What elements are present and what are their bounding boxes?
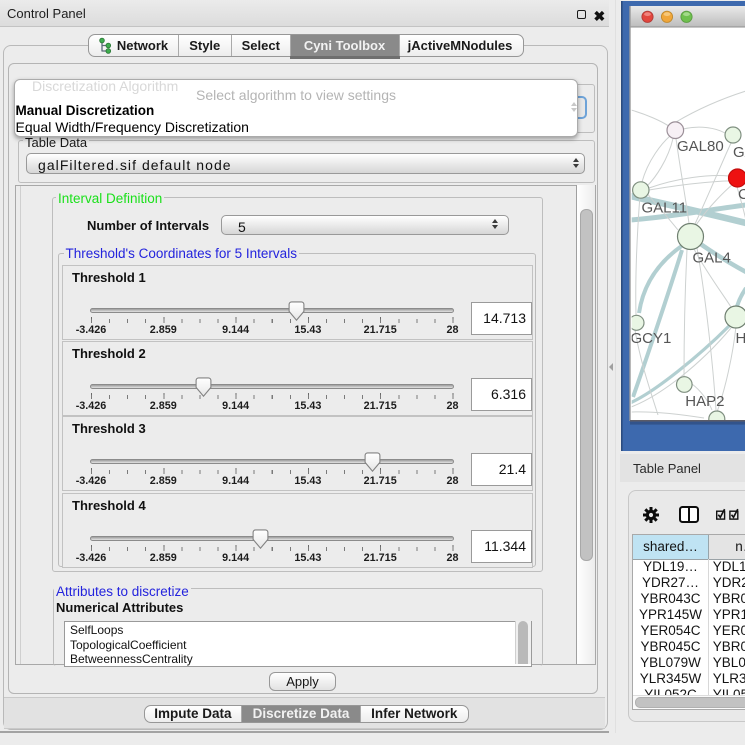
svg-text:CR: CR [738, 186, 745, 203]
svg-text:GAL11: GAL11 [642, 200, 688, 217]
svg-text:H: H [736, 330, 745, 347]
svg-text:GA: GA [733, 144, 745, 161]
svg-text:HAP2: HAP2 [685, 393, 724, 410]
svg-text:GAL4: GAL4 [693, 250, 731, 267]
svg-text:GCY1: GCY1 [631, 330, 672, 347]
svg-text:GAL80: GAL80 [677, 138, 724, 155]
